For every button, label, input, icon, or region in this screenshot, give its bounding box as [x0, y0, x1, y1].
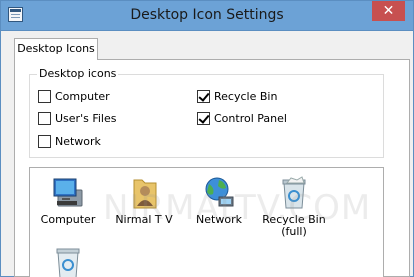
- checkbox-users-files[interactable]: User's Files: [38, 111, 116, 125]
- title-bar[interactable]: Desktop Icon Settings ✕: [1, 1, 413, 31]
- group-label: Desktop icons: [37, 67, 119, 80]
- checkbox-label: Computer: [55, 89, 110, 103]
- close-button[interactable]: ✕: [372, 1, 405, 21]
- icon-item-recycle-bin-empty[interactable]: [30, 244, 108, 277]
- checkbox-box[interactable]: [38, 89, 51, 103]
- checkbox-control-panel[interactable]: Control Panel: [197, 111, 287, 125]
- icon-item-computer[interactable]: Computer: [30, 174, 108, 226]
- checkbox-box[interactable]: [38, 134, 51, 148]
- tab-desktop-icons[interactable]: Desktop Icons: [14, 38, 98, 60]
- check-icon: [198, 111, 210, 124]
- checkbox-box[interactable]: [197, 89, 210, 103]
- window-title: Desktop Icon Settings: [130, 7, 284, 23]
- checkbox-label: Network: [55, 134, 101, 148]
- check-icon: [198, 89, 210, 102]
- recycle-bin-empty-icon: [48, 244, 88, 277]
- close-icon: ✕: [382, 3, 395, 19]
- computer-icon: [48, 174, 88, 212]
- checkbox-recycle-bin[interactable]: Recycle Bin: [197, 89, 277, 103]
- checkbox-computer[interactable]: Computer: [38, 89, 110, 103]
- watermark-text: NIRMALTV.COM: [103, 188, 372, 228]
- checkbox-box[interactable]: [197, 111, 210, 125]
- icon-label: Computer: [40, 213, 96, 226]
- checkbox-label: Control Panel: [214, 111, 287, 125]
- checkbox-network[interactable]: Network: [38, 134, 101, 148]
- checkbox-label: Recycle Bin: [214, 89, 278, 103]
- checkbox-label: User's Files: [55, 111, 117, 125]
- checkbox-box[interactable]: [38, 111, 51, 125]
